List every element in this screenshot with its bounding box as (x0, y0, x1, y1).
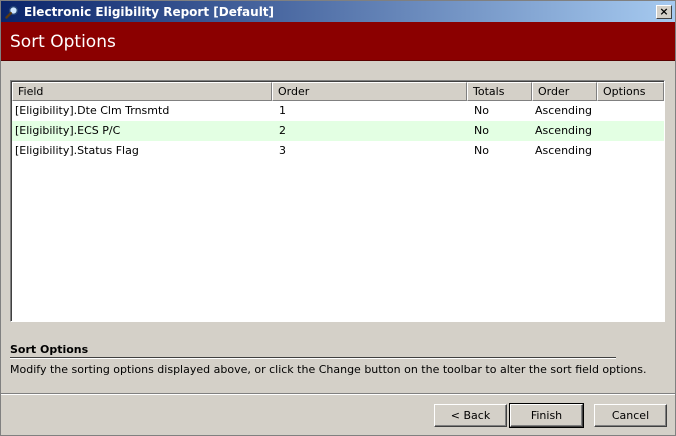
description-divider (10, 357, 616, 359)
table-row[interactable]: [Eligibility].Dte Clm Trnsmtd 1 No Ascen… (12, 101, 664, 121)
cell-options (597, 121, 664, 141)
column-header-direction[interactable]: Order (532, 82, 597, 101)
cell-direction: Ascending (535, 144, 593, 157)
table-row[interactable]: [Eligibility].ECS P/C 2 No Ascending (12, 121, 664, 141)
description-text: Modify the sorting options displayed abo… (10, 363, 647, 376)
cancel-button[interactable]: Cancel (594, 404, 667, 427)
sort-fields-grid[interactable]: Field Order Totals Order Options [Eligib… (10, 80, 665, 322)
cell-direction: Ascending (535, 124, 593, 137)
table-row[interactable]: [Eligibility].Status Flag 3 No Ascending (12, 141, 664, 161)
cell-field: [Eligibility].Dte Clm Trnsmtd (15, 104, 170, 117)
magnifier-icon (4, 4, 20, 20)
cell-options (597, 141, 664, 161)
column-header-totals[interactable]: Totals (467, 82, 532, 101)
column-header-field[interactable]: Field (12, 82, 272, 101)
cell-field: [Eligibility].ECS P/C (15, 124, 121, 137)
finish-button[interactable]: Finish (509, 403, 584, 428)
grid-header: Field Order Totals Order Options (12, 82, 664, 101)
cell-totals: No (474, 144, 489, 157)
column-header-options[interactable]: Options (597, 82, 664, 101)
description-title: Sort Options (10, 343, 89, 356)
cell-totals: No (474, 124, 489, 137)
cell-order: 2 (279, 124, 286, 137)
cell-field: [Eligibility].Status Flag (15, 144, 139, 157)
header-band: Sort Options (1, 22, 675, 61)
cell-order: 3 (279, 144, 286, 157)
button-bar-separator (1, 393, 675, 395)
cell-options (597, 101, 664, 121)
cell-totals: No (474, 104, 489, 117)
grid-rows: [Eligibility].Dte Clm Trnsmtd 1 No Ascen… (12, 101, 664, 161)
back-button[interactable]: < Back (434, 404, 507, 427)
cell-direction: Ascending (535, 104, 593, 117)
page-title: Sort Options (10, 32, 116, 52)
column-header-order[interactable]: Order (272, 82, 467, 101)
window-title: Electronic Eligibility Report [Default] (24, 4, 275, 19)
close-button[interactable]: × (656, 4, 672, 19)
cell-order: 1 (279, 104, 286, 117)
title-bar[interactable]: Electronic Eligibility Report [Default] … (1, 1, 675, 22)
dialog-window: Electronic Eligibility Report [Default] … (0, 0, 676, 436)
